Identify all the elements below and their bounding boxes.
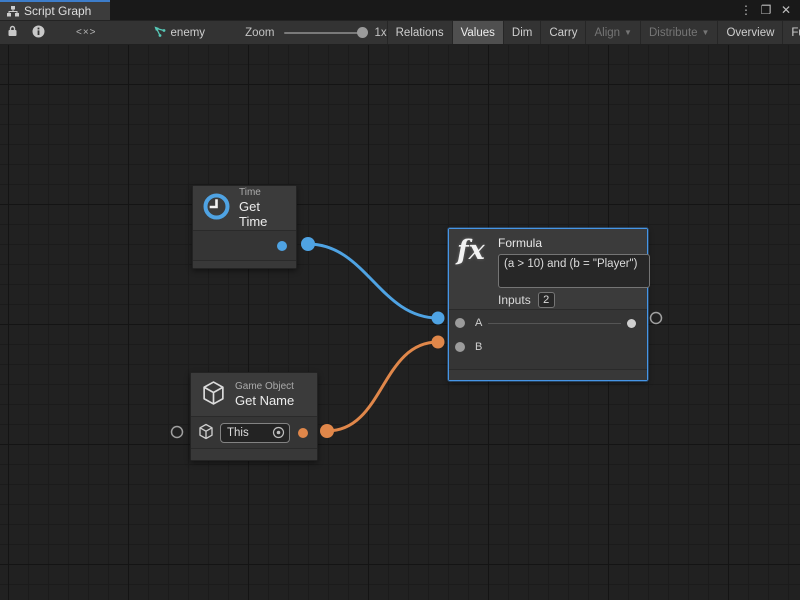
node-get-name-ports: This — [191, 416, 317, 448]
graph-icon — [153, 25, 166, 40]
chevron-down-icon: ▼ — [702, 28, 710, 37]
connections-layer — [0, 45, 800, 600]
dim-button[interactable]: Dim — [504, 21, 540, 44]
lock-icon — [7, 25, 18, 40]
node-formula-header: fx Formula (a > 10) and (b = "Player") I… — [449, 229, 647, 309]
node-get-time[interactable]: Time Get Time — [192, 185, 297, 269]
window-menu-icon[interactable]: ⋮ — [738, 3, 754, 17]
inputs-label: Inputs — [498, 293, 531, 307]
output-port-time[interactable] — [277, 241, 287, 251]
relations-button[interactable]: Relations — [388, 21, 452, 44]
node-footer — [193, 260, 296, 268]
zoom-control: Zoom 1x — [245, 21, 387, 44]
wire-endpoint-orange-source[interactable] — [320, 424, 334, 438]
node-get-name[interactable]: Game Object Get Name This — [190, 372, 318, 461]
close-icon[interactable]: ✕ — [778, 3, 794, 17]
code-view-button[interactable]: <×> — [52, 21, 121, 44]
node-category: Time — [239, 187, 286, 199]
node-formula[interactable]: fx Formula (a > 10) and (b = "Player") I… — [448, 228, 648, 381]
node-footer — [191, 448, 317, 460]
carry-button[interactable]: Carry — [541, 21, 585, 44]
unconnected-input-port[interactable] — [172, 427, 183, 438]
wire-endpoint-blue-source[interactable] — [301, 237, 315, 251]
port-row-b: B — [449, 335, 647, 359]
tab-title: Script Graph — [24, 4, 91, 18]
unconnected-output-port[interactable] — [651, 313, 662, 324]
connection-time-to-a[interactable] — [308, 244, 438, 318]
node-formula-ports: A B — [449, 309, 647, 369]
values-button[interactable]: Values — [453, 21, 503, 44]
tab-bar: Script Graph ⋮ ❐ ✕ — [0, 0, 800, 20]
target-object-field[interactable]: This — [220, 423, 290, 443]
wire-endpoint-orange-target[interactable] — [432, 336, 445, 349]
zoom-label: Zoom — [245, 27, 274, 39]
node-get-time-header: Time Get Time — [193, 186, 296, 230]
info-button[interactable] — [25, 21, 52, 44]
distribute-dropdown[interactable]: Distribute ▼ — [641, 21, 718, 44]
graph-hierarchy-icon — [7, 6, 19, 17]
graph-canvas[interactable]: Time Get Time fx Formula (a > 10) and (b… — [0, 45, 800, 600]
cube-icon — [201, 380, 226, 409]
overview-button[interactable]: Overview — [718, 21, 782, 44]
info-icon — [32, 25, 45, 41]
port-connector-line — [488, 323, 621, 324]
port-label-a: A — [475, 317, 482, 329]
cube-small-icon — [198, 423, 214, 443]
input-port-a[interactable] — [455, 318, 465, 328]
lock-button[interactable] — [0, 21, 25, 44]
target-object-value: This — [227, 427, 272, 439]
formula-expression-input[interactable]: (a > 10) and (b = "Player") — [498, 254, 650, 288]
port-label-b: B — [475, 341, 482, 353]
code-icon: <×> — [76, 27, 97, 38]
input-port-b[interactable] — [455, 342, 465, 352]
inputs-count-input[interactable]: 2 — [538, 292, 555, 308]
graph-toolbar: <×> enemy Zoom 1x Relations — [0, 20, 800, 45]
output-port-name[interactable] — [298, 428, 308, 438]
clock-icon — [203, 193, 230, 223]
formula-fx-icon: fx — [457, 236, 489, 266]
zoom-value: 1x — [374, 27, 386, 39]
node-title: Get Name — [235, 393, 294, 408]
window-controls: ⋮ ❐ ✕ — [738, 0, 800, 20]
node-category: Game Object — [235, 381, 294, 393]
script-graph-window: Script Graph ⋮ ❐ ✕ — [0, 0, 800, 600]
node-get-name-header: Game Object Get Name — [191, 373, 317, 416]
node-title: Formula — [498, 236, 650, 250]
align-dropdown[interactable]: Align ▼ — [586, 21, 640, 44]
zoom-slider[interactable] — [284, 32, 366, 34]
object-picker-icon[interactable] — [272, 426, 285, 439]
connection-name-to-b[interactable] — [327, 342, 438, 431]
output-port-result[interactable] — [627, 319, 636, 328]
node-title: Get Time — [239, 199, 286, 229]
zoom-slider-handle[interactable] — [357, 27, 368, 38]
toolbar-toggles: Relations Values Dim Carry Align ▼ Distr… — [387, 21, 800, 44]
fullscreen-button[interactable]: Full Screen — [783, 21, 800, 44]
graph-breadcrumb[interactable]: enemy — [147, 21, 212, 44]
maximize-icon[interactable]: ❐ — [758, 3, 774, 17]
wire-endpoint-blue-target[interactable] — [432, 312, 445, 325]
port-row-a: A — [449, 311, 647, 335]
node-get-time-ports — [193, 230, 296, 260]
chevron-down-icon: ▼ — [624, 28, 632, 37]
graph-name: enemy — [171, 27, 206, 39]
node-footer — [449, 369, 647, 380]
tab-script-graph[interactable]: Script Graph — [0, 0, 110, 20]
